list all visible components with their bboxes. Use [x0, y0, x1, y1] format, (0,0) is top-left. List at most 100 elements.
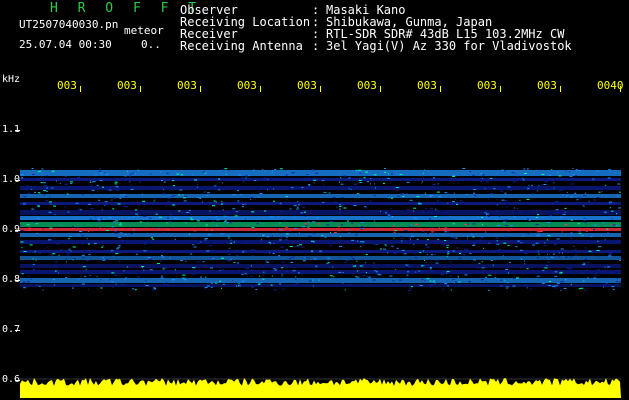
signal-speckle-dot	[253, 226, 255, 228]
signal-speckle-dot	[562, 194, 564, 196]
signal-speckle-dot	[86, 238, 88, 240]
signal-speckle-dot	[489, 254, 491, 256]
signal-speckle-dot	[130, 188, 134, 190]
signal-speckle-dot	[480, 237, 484, 239]
signal-speckle-dot	[541, 220, 542, 222]
signal-speckle-dot	[336, 206, 339, 208]
signal-speckle-dot	[22, 281, 26, 283]
signal-speckle-dot	[212, 220, 215, 222]
signal-speckle-dot	[421, 181, 423, 183]
signal-speckle-dot	[444, 283, 448, 285]
signal-speckle-dot	[144, 243, 147, 245]
signal-speckle-dot	[424, 280, 426, 282]
signal-speckle-dot	[544, 181, 548, 183]
signal-speckle-dot	[81, 193, 84, 195]
signal-speckle-dot	[551, 272, 553, 274]
signal-speckle-dot	[455, 237, 458, 239]
signal-speckle-dot	[280, 276, 283, 278]
signal-speckle-dot	[251, 265, 253, 267]
signal-speckle-dot	[119, 232, 123, 234]
signal-speckle-dot	[538, 185, 540, 186]
signal-speckle-dot	[484, 188, 486, 190]
signal-speckle-dot	[555, 285, 558, 287]
signal-speckle-dot	[108, 217, 112, 219]
signal-speckle-dot	[43, 185, 47, 186]
signal-speckle-dot	[115, 253, 119, 255]
signal-speckle-dot	[387, 177, 391, 179]
signal-speckle-dot	[481, 217, 483, 218]
signal-speckle-dot	[297, 272, 300, 274]
signal-speckle-dot	[126, 206, 129, 208]
signal-speckle-dot	[167, 197, 171, 199]
signal-speckle-dot	[237, 200, 240, 202]
signal-speckle-dot	[413, 253, 416, 255]
signal-speckle-dot	[259, 192, 263, 194]
signal-speckle-dot	[364, 206, 367, 208]
signal-speckle-dot	[38, 180, 41, 182]
signal-speckle-dot	[387, 195, 389, 197]
signal-speckle-dot	[192, 267, 196, 269]
signal-speckle-dot	[281, 274, 283, 276]
signal-speckle-dot	[139, 221, 142, 223]
signal-speckle-dot	[402, 186, 404, 188]
signal-speckle-dot	[197, 197, 200, 198]
signal-speckle-dot	[202, 171, 206, 173]
signal-speckle-dot	[23, 251, 27, 252]
signal-speckle-dot	[43, 179, 45, 181]
signal-speckle-dot	[416, 238, 419, 240]
signal-speckle-dot	[448, 192, 450, 194]
signal-speckle-dot	[342, 272, 344, 273]
signal-speckle-dot	[558, 175, 562, 177]
signal-speckle-dot	[84, 275, 87, 277]
signal-speckle-dot	[118, 260, 121, 262]
signal-speckle-dot	[301, 246, 305, 248]
signal-speckle-dot	[590, 236, 593, 238]
signal-speckle-dot	[399, 193, 403, 195]
signal-speckle-dot	[32, 263, 35, 265]
signal-speckle-dot	[607, 286, 609, 287]
time-tick-mark	[260, 86, 261, 92]
signal-speckle-dot	[111, 226, 113, 228]
signal-speckle-dot	[279, 283, 282, 285]
signal-speckle-dot	[258, 282, 261, 284]
signal-speckle-dot	[564, 224, 568, 226]
signal-speckle-dot	[524, 263, 526, 265]
signal-speckle-dot	[370, 178, 372, 180]
signal-speckle-dot	[429, 268, 432, 270]
signal-speckle-dot	[109, 278, 111, 280]
signal-speckle-dot	[112, 208, 115, 210]
signal-speckle-dot	[453, 280, 455, 281]
signal-speckle-dot	[78, 278, 80, 280]
signal-speckle-dot	[504, 225, 508, 227]
signal-speckle-dot	[209, 289, 211, 290]
signal-speckle-dot	[541, 282, 545, 284]
time-tick-mark	[620, 86, 621, 92]
signal-speckle-dot	[421, 279, 424, 281]
signal-speckle-dot	[604, 266, 606, 268]
signal-speckle-dot	[556, 212, 560, 214]
signal-speckle-dot	[504, 219, 508, 221]
signal-speckle-dot	[485, 281, 487, 283]
signal-speckle-dot	[286, 230, 290, 232]
signal-speckle-dot	[140, 210, 143, 211]
signal-speckle-dot	[376, 271, 378, 273]
signal-speckle-dot	[421, 265, 423, 267]
signal-speckle-dot	[327, 257, 331, 259]
signal-speckle-dot	[121, 217, 123, 219]
signal-speckle-dot	[496, 243, 500, 245]
signal-speckle-dot	[82, 266, 86, 268]
signal-speckle-dot	[289, 208, 292, 210]
signal-speckle-dot	[426, 253, 428, 255]
signal-speckle-dot	[596, 170, 599, 172]
signal-speckle-dot	[468, 281, 472, 283]
signal-speckle-dot	[245, 175, 249, 177]
signal-speckle-dot	[385, 245, 387, 247]
signal-speckle-dot	[202, 201, 203, 203]
signal-speckle-dot	[161, 255, 163, 257]
signal-speckle-dot	[503, 242, 507, 244]
signal-speckle-dot	[294, 284, 297, 286]
signal-speckle-dot	[401, 240, 403, 242]
signal-speckle-dot	[212, 205, 215, 207]
signal-speckle-dot	[250, 285, 254, 287]
signal-speckle-dot	[512, 285, 516, 287]
